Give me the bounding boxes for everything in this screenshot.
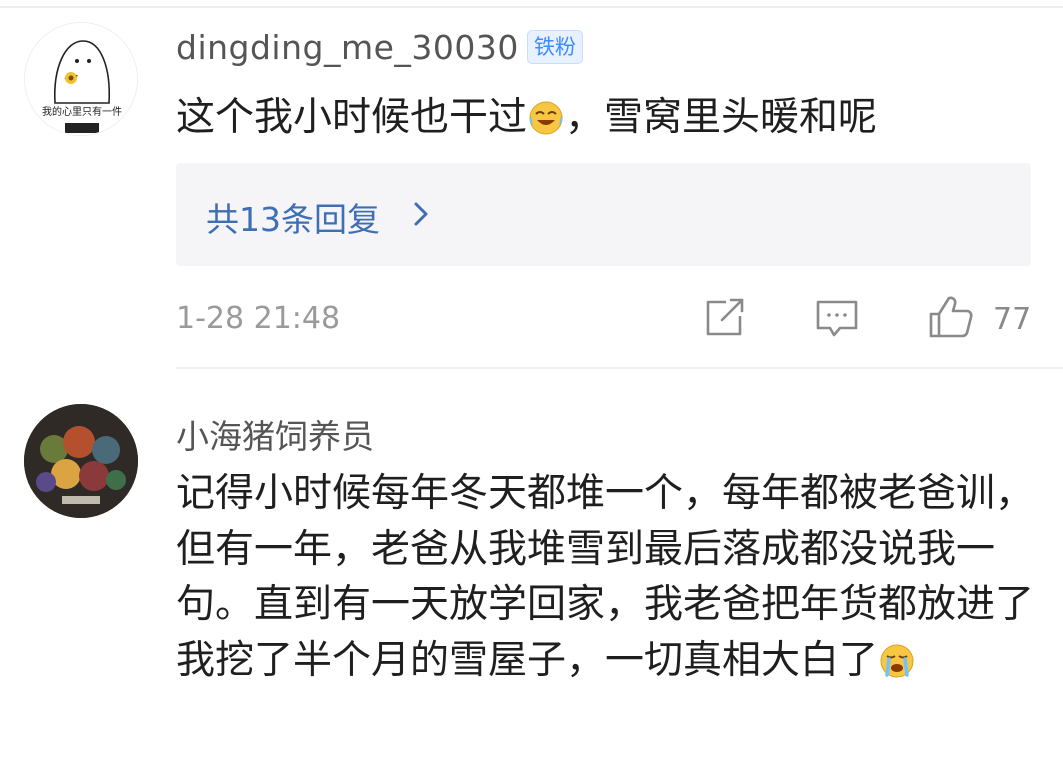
replies-label: 共13条回复 (206, 200, 380, 239)
divider (176, 367, 1063, 369)
like-count: 77 (993, 302, 1032, 337)
comment-text-part: 这个我小时候也干过 (176, 95, 528, 140)
thumbs-up-icon[interactable] (927, 294, 975, 340)
view-replies-button[interactable]: 共13条回复 (176, 163, 1031, 266)
share-icon[interactable] (704, 298, 746, 338)
username[interactable]: 小海猪饲养员 (176, 410, 374, 458)
crying-emoji-icon (880, 644, 914, 677)
comment-text: 记得小时候每年冬天都堆一个，每年都被老爸训，但有一年，老爸从我堆雪到最后落成都没… (176, 466, 1036, 688)
avatar[interactable]: 我的心里只有一件 (24, 22, 138, 136)
comment-text-part: ，雪窝里头暖和呢 (565, 95, 878, 140)
fan-badge: 铁粉 (527, 30, 583, 64)
laughing-crying-emoji-icon (529, 101, 563, 135)
username[interactable]: dingding_me_30030 (176, 28, 519, 67)
divider (0, 6, 1063, 8)
chevron-right-icon (414, 202, 428, 226)
comment-icon[interactable] (814, 298, 860, 338)
avatar-caption: 我的心里只有一件 (42, 105, 122, 118)
avatar[interactable] (24, 404, 138, 518)
timestamp: 1-28 21:48 (176, 301, 341, 336)
comment-text: 这个我小时候也干过 ，雪窝里头暖和呢 (176, 90, 877, 145)
comment-feed: 我的心里只有一件 dingding_me_30030 铁粉 这个我小时候也干过 … (0, 0, 1063, 784)
